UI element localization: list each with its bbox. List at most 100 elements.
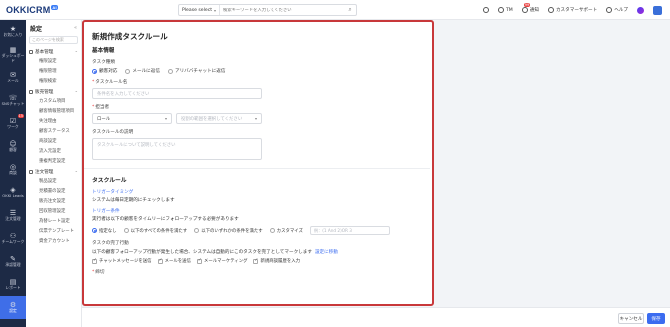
nav-label: 顧客 — [9, 147, 17, 153]
sidebar-item[interactable]: 失注理由 — [26, 117, 81, 127]
search-scope-select[interactable]: Please select ▾ — [179, 5, 221, 15]
user-menu[interactable]: TM — [497, 7, 513, 13]
sidebar-search-input[interactable]: このページを検索 — [29, 36, 78, 44]
help-button[interactable]: ヘルプ — [606, 7, 628, 13]
sidebar-item[interactable]: 流入元設定 — [26, 147, 81, 157]
help-label: ヘルプ — [614, 8, 628, 13]
check-mail-marketing[interactable]: メールマーケティング — [196, 258, 248, 264]
nav-work[interactable]: 15 ☑ ワーク — [0, 112, 26, 135]
save-button[interactable]: 保存 — [647, 313, 665, 324]
sidebar-item[interactable]: 見積書の設定 — [26, 187, 81, 197]
sidebar-item[interactable]: 権限設定 — [26, 57, 81, 67]
cond-radio-all[interactable]: 以下のすべての条件を満たす — [123, 228, 187, 234]
nav-settings[interactable]: ⚙ 設定 — [0, 296, 26, 319]
nav-customer[interactable]: ☺ 顧客 — [0, 135, 26, 158]
checkbox-checked-icon — [196, 258, 202, 264]
custom-condition-input[interactable]: 例：(1 And 2)OR 3 — [309, 226, 390, 235]
task-type-radio-alibaba[interactable]: アリババチャットに返信 — [167, 68, 226, 74]
checkbox-checked-icon — [92, 258, 97, 264]
checkbox-label: メールマーケティング — [203, 259, 248, 264]
sidebar-item[interactable]: 顧客情報管理項目 — [26, 107, 81, 117]
user-label: TM — [505, 7, 513, 13]
nav-order[interactable]: ☰ 注文管理 — [0, 204, 26, 227]
group-label: 注文管理 — [35, 170, 54, 175]
notifications-label: 通知 — [529, 8, 539, 13]
nav-deal[interactable]: ◎ 商談 — [0, 158, 26, 181]
go-to-settings-link[interactable]: 設定に移動 — [315, 250, 338, 255]
owner-role-select[interactable]: 役割の範囲を選択してください ▾ — [176, 113, 262, 124]
nav-label: OKKI Leads — [2, 193, 24, 199]
check-send-chat[interactable]: チャットメッセージを送信 — [92, 258, 152, 264]
notifications-button[interactable]: 99 通知 — [521, 3, 539, 13]
rule-name-input[interactable]: 条件名を入力してください — [92, 88, 262, 99]
radio-icon — [194, 228, 200, 233]
radio-selected-icon — [92, 68, 97, 74]
brand-name: OKKICRM — [6, 5, 51, 15]
sidebar-group-basic[interactable]: 基本管理 ⌃ — [26, 47, 81, 57]
brand-logo[interactable]: OKKICRM AI — [6, 5, 58, 15]
trigger-condition-text: 実行者は以下の顧客をタイムリーにフォローアップする必要があります — [92, 217, 239, 222]
check-send-mail[interactable]: メールを送信 — [157, 258, 191, 264]
support-button[interactable]: カスタマーサポート — [547, 7, 597, 13]
check-new-deal-history[interactable]: 新規商談履歴を入力 — [253, 258, 300, 264]
sidebar-item[interactable]: 回収管理設定 — [26, 207, 81, 217]
group-label: 販売管理 — [35, 90, 54, 95]
owner-type-select[interactable]: ロール ▾ — [92, 113, 172, 124]
sidebar-item[interactable]: 伝票テンプレート — [26, 227, 81, 237]
task-type-radio-mail[interactable]: メールに返信 — [125, 68, 160, 74]
description-textarea[interactable]: タスクルールについて説明してください — [92, 138, 262, 160]
nav-okki-leads[interactable]: ◈ OKKI Leads — [0, 181, 26, 204]
task-type-radio-group: 顧客対応 メールに返信 アリババチャットに返信 — [92, 68, 422, 74]
radio-label: アリババチャットに返信 — [174, 69, 226, 74]
sidebar-item[interactable]: 重複判定設定 — [26, 157, 81, 167]
settings-gear-button[interactable] — [482, 7, 489, 13]
search-input[interactable] — [220, 7, 344, 13]
chevron-down-icon: ▾ — [254, 116, 257, 121]
nav-label: ダッシュボード — [1, 53, 25, 63]
sidebar-item[interactable]: 為替レート設定 — [26, 217, 81, 227]
task-type-radio-customer[interactable]: 顧客対応 — [92, 68, 117, 74]
settings-sidebar: 設定 « このページを検索 基本管理 ⌃ 権限設定 権限管理 権限検索 販売管理 ⌃… — [26, 20, 82, 327]
completion-description: 以下の顧客フォローアップ行動が発生した場合、システムは自動的にこのタスクを完了と… — [92, 250, 312, 255]
task-type-label: タスク種類 — [92, 60, 115, 65]
search-icon[interactable]: ⌕ — [344, 6, 356, 14]
section-divider — [84, 168, 430, 169]
nav-sns-chat[interactable]: ☏ SNSチャット — [0, 89, 26, 112]
cond-radio-none[interactable]: 指定なし — [92, 228, 117, 234]
nav-dashboard[interactable]: ▦ ダッシュボード — [0, 43, 26, 66]
select-placeholder: 役割の範囲を選択してください — [181, 116, 243, 122]
nav-favorites[interactable]: ★ お気に入り — [0, 20, 26, 43]
ai-assistant-icon — [637, 6, 644, 14]
checkbox-label: チャットメッセージを送信 — [99, 259, 152, 264]
nav-report[interactable]: ▤ レポート — [0, 273, 26, 296]
form-action-bar: キャンセル 保存 — [82, 307, 670, 327]
sidebar-item[interactable]: 製品設定 — [26, 177, 81, 187]
sidebar-item[interactable]: 資金アカウント — [26, 237, 81, 247]
cond-radio-any[interactable]: 以下のいずれかの条件を満たす — [194, 228, 263, 234]
nav-mail[interactable]: ✉ メール — [0, 66, 26, 89]
nav-approval[interactable]: ✎ 承認管理 — [0, 250, 26, 273]
required-mark: * — [92, 270, 95, 275]
cancel-button[interactable]: キャンセル — [618, 313, 644, 324]
sidebar-item[interactable]: カスタム項目 — [26, 97, 81, 107]
nav-team[interactable]: ⚇ チームワーク — [0, 227, 26, 250]
sidebar-item[interactable]: 販売注文設定 — [26, 197, 81, 207]
sidebar-item[interactable]: 商談設定 — [26, 137, 81, 147]
condition-radio-group: 指定なし 以下のすべての条件を満たす 以下のいずれかの条件を満たす カスタマイズ… — [92, 226, 422, 235]
required-mark: * — [92, 80, 95, 85]
sidebar-item[interactable]: 顧客ステータス — [26, 127, 81, 137]
completion-label: タスクの完了行動 — [92, 241, 129, 246]
sidebar-item[interactable]: 権限管理 — [26, 67, 81, 77]
chevron-down-icon: ▾ — [214, 7, 217, 13]
bell-icon — [521, 7, 528, 13]
collapse-icon[interactable]: « — [74, 25, 77, 31]
chevron-down-icon: ▾ — [164, 116, 167, 121]
folder-icon — [29, 170, 33, 174]
ai-assistant-button[interactable] — [637, 6, 644, 14]
sidebar-item[interactable]: 権限検索 — [26, 77, 81, 87]
avatar[interactable] — [653, 5, 662, 15]
cond-radio-custom[interactable]: カスタマイズ — [269, 228, 303, 234]
sidebar-group-sales[interactable]: 販売管理 ⌃ — [26, 87, 81, 97]
radio-icon — [123, 228, 129, 233]
sidebar-group-order[interactable]: 注文管理 ⌃ — [26, 167, 81, 177]
